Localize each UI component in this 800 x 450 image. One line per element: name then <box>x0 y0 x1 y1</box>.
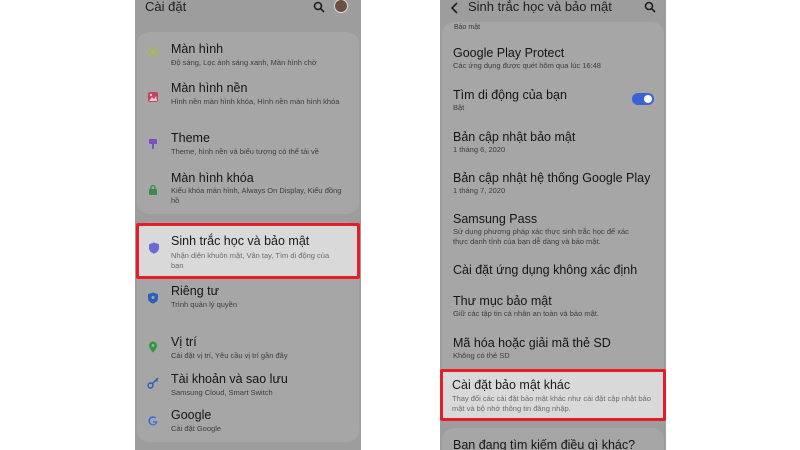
item-subtitle: Thay đổi các cài đặt bảo mật khác như cà… <box>452 394 651 413</box>
wallpaper-icon <box>147 90 159 102</box>
suggestions-card: Bạn đang tìm kiếm điều gì khác? <box>442 428 664 450</box>
item-subtitle: Cài đặt Google <box>171 424 222 433</box>
item-title: Vị trí <box>171 335 197 349</box>
list-item-lock-screen[interactable]: Màn hình khóa Kiểu khóa màn hình, Always… <box>137 168 359 210</box>
list-item-security-update[interactable]: Bản cập nhật bảo mật 1 tháng 6, 2020 <box>442 127 664 159</box>
item-title: Tài khoản và sao lưu <box>171 372 288 386</box>
item-subtitle: 1 tháng 6, 2020 <box>453 145 506 154</box>
item-title: Bản cập nhật hệ thống Google Play <box>453 171 651 185</box>
item-title: Màn hình khóa <box>171 171 254 185</box>
list-item-display[interactable]: Màn hình Độ sáng, Lọc ánh sáng xanh, Màn… <box>137 36 359 72</box>
item-title: Google <box>171 408 212 422</box>
list-item-accounts-backup[interactable]: Tài khoản và sao lưu Samsung Cloud, Smar… <box>137 368 359 404</box>
security-settings-group: Bảo mật Google Play Protect Các ứng dụng… <box>442 22 664 420</box>
item-title: Mã hóa hoặc giải mã thẻ SD <box>453 336 611 350</box>
list-item-samsung-pass[interactable]: Samsung Pass Sử dụng phương pháp xác thự… <box>442 210 664 250</box>
item-title: Riêng tư <box>171 284 219 298</box>
list-item-wallpaper[interactable]: Màn hình nền Hình nền màn hình khóa, Hìn… <box>137 78 359 120</box>
item-subtitle: Nhận diện khuôn mặt, Vân tay, Tìm di độn… <box>171 251 330 270</box>
sun-icon <box>147 45 159 58</box>
theme-brush-icon <box>147 137 159 149</box>
list-item-google-play-system-update[interactable]: Bản cập nhật hệ thống Google Play 1 thán… <box>442 168 664 200</box>
search-icon[interactable] <box>644 0 656 13</box>
item-title: Tìm di động của bạn <box>453 88 567 102</box>
list-item-privacy[interactable]: Riêng tư Trình quản lý quyền <box>137 284 359 320</box>
item-subtitle: Cài đặt vị trí, Yêu cầu vị trí gần đây <box>171 351 288 360</box>
settings-top-bar: Cài đặt <box>135 0 361 22</box>
list-item-biometrics-security[interactable]: Sinh trắc học và bảo mật Nhận diện khuôn… <box>136 223 360 279</box>
key-icon <box>147 376 159 389</box>
section-label: Bảo mật <box>454 24 481 31</box>
item-subtitle: Độ sáng, Lọc ánh sáng xanh, Màn hình chờ <box>171 58 317 67</box>
item-subtitle: Trình quản lý quyền <box>171 300 238 309</box>
search-icon[interactable] <box>313 0 325 13</box>
item-subtitle: 1 tháng 7, 2020 <box>453 186 506 195</box>
item-subtitle: Theme, hình nền và biểu tượng có thể tải… <box>171 147 319 156</box>
item-title: Màn hình nền <box>171 81 248 95</box>
settings-group-display: Màn hình Độ sáng, Lọc ánh sáng xanh, Màn… <box>137 32 359 214</box>
item-title: Màn hình <box>171 42 224 56</box>
item-subtitle: Bật <box>453 103 465 112</box>
security-top-bar: Sinh trắc học và bảo mật <box>440 0 666 22</box>
list-item-install-unknown-apps[interactable]: Cài đặt ứng dụng không xác định <box>442 260 664 284</box>
item-title: Cài đặt bảo mật khác <box>452 378 571 392</box>
page-title: Sinh trắc học và bảo mật <box>468 0 612 14</box>
item-subtitle: Sử dụng phương pháp xác thực sinh trắc h… <box>453 227 629 246</box>
suggestions-title[interactable]: Bạn đang tìm kiếm điều gì khác? <box>453 438 635 450</box>
item-title: Samsung Pass <box>453 212 538 226</box>
list-item-google-play-protect[interactable]: Google Play Protect Các ứng dụng được qu… <box>442 43 664 77</box>
item-subtitle: Kiểu khóa màn hình, Always On Display, K… <box>171 186 342 205</box>
item-subtitle: Không có thẻ SD <box>453 351 510 360</box>
item-subtitle: Hình nền màn hình khóa, Hình nền màn hìn… <box>171 97 340 106</box>
item-subtitle: Các ứng dụng được quét hôm qua lúc 16:48 <box>453 61 601 70</box>
privacy-shield-icon <box>147 291 159 304</box>
list-item-theme[interactable]: Theme Theme, hình nền và biểu tượng có t… <box>137 128 359 162</box>
google-g-icon <box>147 414 159 426</box>
avatar[interactable] <box>334 0 348 13</box>
lock-icon <box>147 183 159 195</box>
list-item-other-security-settings[interactable]: Cài đặt bảo mật khác Thay đổi các cài đặ… <box>440 369 666 421</box>
item-title: Sinh trắc học và bảo mật <box>171 234 310 248</box>
page-title: Cài đặt <box>145 0 187 14</box>
item-title: Bản cập nhật bảo mật <box>453 130 576 144</box>
item-subtitle: Giữ các tập tin cá nhân an toàn và bảo m… <box>453 309 599 318</box>
item-title: Thư mục bảo mật <box>453 294 552 308</box>
item-subtitle: Samsung Cloud, Smart Switch <box>171 388 273 397</box>
list-item-google[interactable]: Google Cài đặt Google <box>137 404 359 440</box>
item-title: Theme <box>171 131 210 145</box>
item-title: Cài đặt ứng dụng không xác định <box>453 263 638 277</box>
find-my-mobile-toggle[interactable] <box>632 93 654 105</box>
location-pin-icon <box>147 340 159 353</box>
list-item-encrypt-sd-card[interactable]: Mã hóa hoặc giải mã thẻ SD Không có thẻ … <box>442 333 664 365</box>
shield-icon <box>148 241 160 254</box>
back-arrow-icon[interactable] <box>450 1 460 14</box>
list-item-location[interactable]: Vị trí Cài đặt vị trí, Yêu cầu vị trí gầ… <box>137 332 359 368</box>
item-title: Google Play Protect <box>453 46 565 60</box>
list-item-secure-folder[interactable]: Thư mục bảo mật Giữ các tập tin cá nhân … <box>442 291 664 323</box>
list-item-find-my-mobile[interactable]: Tìm di động của bạn Bật <box>442 85 664 117</box>
